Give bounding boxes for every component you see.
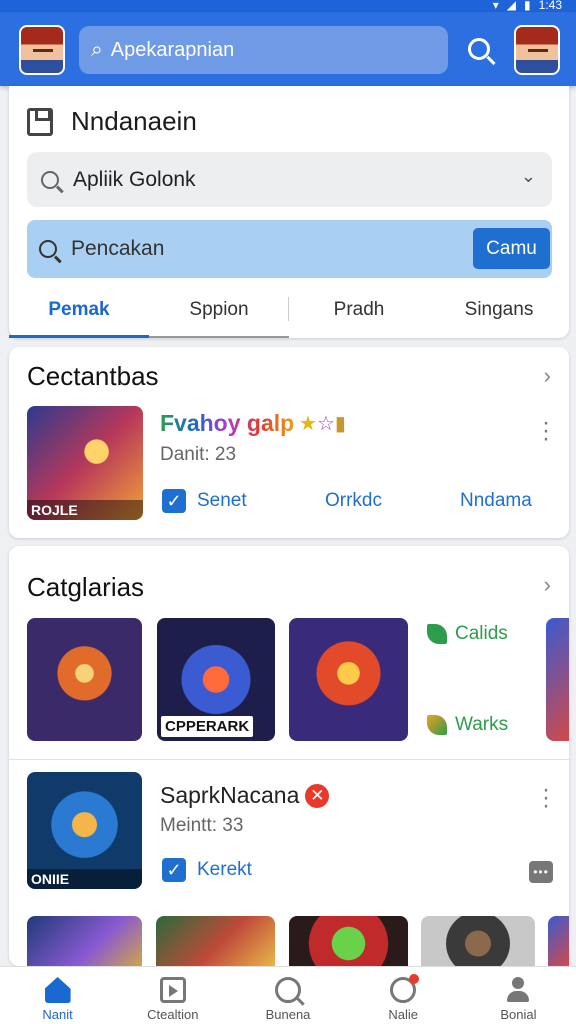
app-thumbnail[interactable]: ONIIE <box>27 772 142 889</box>
category-thumbnail[interactable] <box>289 618 408 741</box>
tab-divider <box>288 297 289 321</box>
nav-label: Nalie <box>388 1007 419 1022</box>
star-icon: ★☆▮ <box>299 413 346 435</box>
wifi-icon: ▾ <box>492 0 499 12</box>
category-thumbnail[interactable] <box>546 618 569 741</box>
app-thumbnail[interactable]: ROJLE <box>27 406 143 520</box>
panel-search-input[interactable]: Pencakan Camu <box>27 220 552 278</box>
bottom-navigation: Nanit Ctealtion Bunena Nalie Bonial <box>0 966 576 1024</box>
app-thumbnail[interactable] <box>156 916 275 966</box>
thumbnail-label: ONIIE <box>27 869 142 889</box>
download-panel: Nndanaein Apliik Golonk ⌄ Pencakan Camu … <box>9 86 569 338</box>
nav-home[interactable]: Nanit <box>0 967 115 1024</box>
link-label: Warks <box>455 714 509 735</box>
search-icon <box>39 240 57 258</box>
search-icon <box>275 977 301 1003</box>
app-title-text: SaprkNacana <box>160 782 300 808</box>
profile-avatar[interactable] <box>514 25 560 75</box>
thumbnail-label: ROJLE <box>27 500 143 520</box>
nav-label: Nanit <box>42 1007 73 1022</box>
leaf-icon <box>427 715 447 735</box>
select-value: Apliik Golonk <box>73 167 196 191</box>
action-nndama[interactable]: Nndama <box>460 490 532 512</box>
nav-store[interactable]: Ctealtion <box>115 967 230 1024</box>
nav-search[interactable]: Bunena <box>230 967 345 1024</box>
category-link-warks[interactable]: Warks <box>427 714 508 736</box>
action-orrkdc[interactable]: Orrkdc <box>325 490 382 512</box>
app-title[interactable]: SaprkNacana ✕ <box>160 782 330 809</box>
user-avatar[interactable] <box>19 25 65 75</box>
category-link-calids[interactable]: Calids <box>427 623 508 645</box>
search-button[interactable] <box>462 32 496 66</box>
panel-search-text: Pencakan <box>71 237 165 260</box>
search-icon <box>468 38 490 60</box>
tab-pemak[interactable]: Pemak <box>9 281 149 338</box>
document-icon <box>27 107 53 136</box>
top-app-bar: ⌕ Apekarapnian <box>0 12 576 86</box>
thumbnail-label: CPPERARK <box>161 716 254 737</box>
leaf-icon <box>427 624 447 644</box>
status-time: 1:43 <box>538 0 562 12</box>
search-icon: ⌕ <box>91 38 103 61</box>
checkbox-icon[interactable]: ✓ <box>162 489 186 513</box>
more-options-icon[interactable]: · · · <box>542 778 550 818</box>
status-bar: ▾ ◢ ▮ 1:43 <box>0 0 576 12</box>
nav-notifications[interactable]: Nalie <box>346 967 461 1024</box>
chevron-right-icon[interactable]: › <box>544 572 551 598</box>
panel-header: Nndanaein <box>27 106 197 137</box>
status-icons: ▾ ◢ ▮ 1:43 <box>493 0 562 12</box>
app-thumbnail[interactable] <box>289 916 408 966</box>
search-icon <box>41 170 59 189</box>
app-title[interactable]: Fvahoy galp <box>160 410 294 437</box>
chat-icon[interactable]: ••• <box>529 861 553 883</box>
divider <box>9 759 569 760</box>
categories-section: Catglarias › CPPERARK Calids Warks ONIIE… <box>9 546 569 966</box>
header-search-text: Apekarapnian <box>110 38 235 61</box>
nav-label: Bunena <box>265 1007 311 1022</box>
tab-pradh[interactable]: Pradh <box>289 281 429 338</box>
nav-label: Bonial <box>500 1007 537 1022</box>
play-store-icon <box>159 977 186 1003</box>
notification-icon <box>390 974 420 1003</box>
app-meta: Meintt: 33 <box>160 815 244 836</box>
app-thumbnail[interactable] <box>548 916 569 966</box>
featured-section: Cectantbas › ROJLE Fvahoy galp ★☆▮ Danit… <box>9 347 569 538</box>
section-title: Catglarias <box>27 572 145 602</box>
tab-singans[interactable]: Singans <box>429 281 569 338</box>
app-thumbnail[interactable] <box>421 916 535 966</box>
section-title: Cectantbas <box>27 361 159 391</box>
person-icon <box>505 977 531 1003</box>
home-icon <box>44 977 71 1003</box>
nav-profile[interactable]: Bonial <box>461 967 576 1024</box>
signal-icon: ◢ <box>506 0 517 12</box>
chevron-right-icon[interactable]: › <box>544 363 551 389</box>
category-thumbnail[interactable]: CPPERARK <box>157 618 275 741</box>
checkbox-icon[interactable]: ✓ <box>162 858 186 882</box>
battery-icon: ▮ <box>524 0 531 12</box>
camera-button[interactable]: Camu <box>473 228 550 269</box>
app-meta: Danit: 23 <box>160 444 237 465</box>
header-search-input[interactable]: ⌕ Apekarapnian <box>79 26 448 74</box>
action-kerekt[interactable]: Kerekt <box>197 859 252 881</box>
tab-bar: Pemak Sppion Pradh Singans <box>9 281 569 338</box>
app-thumbnail[interactable] <box>27 916 142 966</box>
link-label: Calids <box>455 623 508 644</box>
close-badge-icon: ✕ <box>305 784 330 808</box>
more-options-icon[interactable]: · · · <box>542 411 550 451</box>
tab-sppion[interactable]: Sppion <box>149 281 289 338</box>
app-select-dropdown[interactable]: Apliik Golonk ⌄ <box>27 152 552 207</box>
action-senet[interactable]: Senet <box>197 490 247 512</box>
category-thumbnail[interactable] <box>27 618 142 741</box>
nav-label: Ctealtion <box>147 1007 199 1022</box>
chevron-down-icon: ⌄ <box>520 166 536 186</box>
panel-title: Nndanaein <box>71 106 197 136</box>
